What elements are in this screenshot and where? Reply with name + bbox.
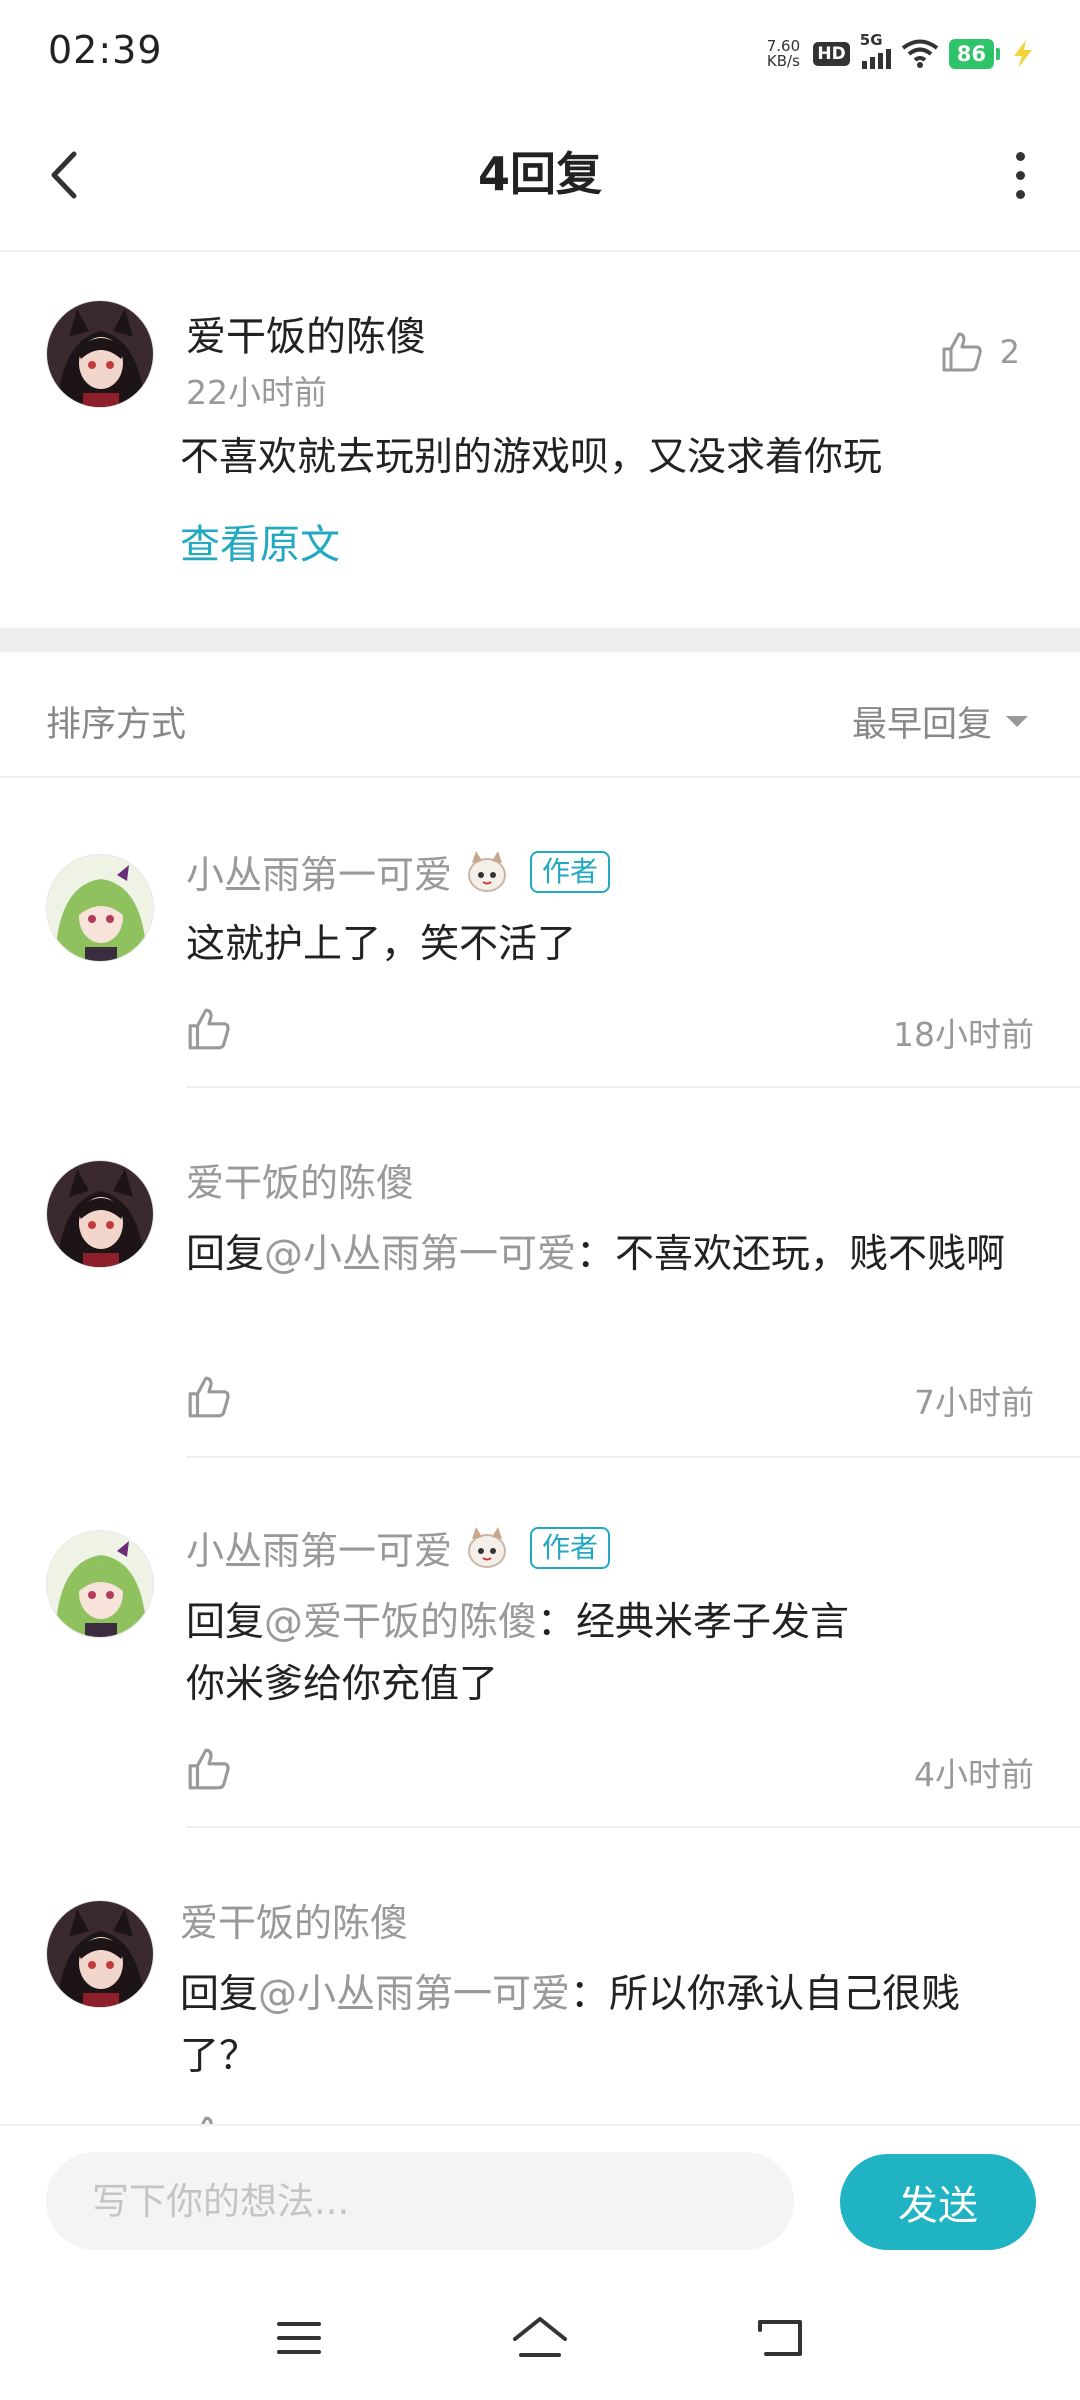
back-nav-icon[interactable] [746,2308,816,2368]
reply-author[interactable]: 小丛雨第一可爱 作者 [186,1520,611,1575]
sort-dropdown[interactable]: 最早回复 [852,696,1028,747]
home-icon[interactable] [505,2308,575,2368]
thumbs-up-icon[interactable] [186,1746,232,1792]
thumbs-up-icon[interactable] [186,1006,232,1052]
comment-input[interactable] [46,2152,794,2250]
reply-text: 这就护上了，笑不活了 [186,922,577,967]
status-bar: 02:39 7.60 KB/s HD 5G 86 [0,0,1080,100]
reply-text: 回复@小丛雨第一可爱：不喜欢还玩，贱不贱啊 [186,1232,1006,1277]
send-button[interactable]: 发送 [840,2154,1036,2250]
reply-item: 爱干饭的陈傻 回复@小丛雨第一可爱：不喜欢还玩，贱不贱啊 7小时前 [0,1088,1080,1458]
author-badge: 作者 [530,1526,611,1569]
section-divider [0,628,1080,652]
reply-author[interactable]: 小丛雨第一可爱 作者 [186,844,611,899]
status-time: 02:39 [48,28,163,72]
system-nav-bar [0,2276,1080,2400]
reply-text: 回复@小丛雨第一可爱：所以你承认自己很贱了？ [180,1972,961,2079]
reply-item: 爱干饭的陈傻 回复@小丛雨第一可爱：所以你承认自己很贱了？ [0,1828,1080,2124]
reply-text: 回复@爱干饭的陈傻：经典米孝子发言 你米爹给你充值了 [186,1600,850,1707]
signal-icon: 5G [860,31,891,69]
comment-time: 22小时前 [186,373,327,412]
avatar[interactable] [46,854,154,962]
reply-author[interactable]: 爱干饭的陈傻 [186,1152,414,1207]
caret-down-icon [1006,716,1028,727]
reply-item: 小丛雨第一可爱 作者 这就护上了，笑不活了 18小时前 [0,778,1080,1088]
mention-link[interactable]: @小丛雨第一可爱 [258,1972,570,2017]
reply-item: 小丛雨第一可爱 作者 回复@爱干饭的陈傻：经典米孝子发言 你米爹给你充值了 4小… [0,1458,1080,1828]
charging-icon [1014,40,1032,68]
comment-author[interactable]: 爱干饭的陈傻 [186,304,426,362]
header: 4回复 [0,100,1080,252]
avatar[interactable] [46,1530,154,1638]
net-speed: 7.60 KB/s [766,37,801,70]
comment-text: 不喜欢就去玩别的游戏呗，又没求着你玩 [180,435,883,480]
sort-selected: 最早回复 [851,705,992,745]
avatar[interactable] [46,1900,154,2008]
menu-icon[interactable] [264,2308,334,2368]
like-button[interactable]: 2 [940,330,1020,374]
reply-time: 7小时前 [914,1383,1034,1422]
view-original-link[interactable]: 查看原文 [180,512,340,570]
mascot-badge-icon [468,850,507,892]
more-options-icon[interactable] [990,140,1050,210]
reply-author[interactable]: 爱干饭的陈傻 [180,1892,408,1947]
author-badge: 作者 [530,850,611,893]
thumbs-up-icon[interactable] [186,1374,232,1420]
sort-bar: 排序方式 最早回复 [0,652,1080,778]
mention-link[interactable]: @爱干饭的陈傻 [264,1600,537,1645]
comment-input-bar: 发送 [0,2124,1080,2274]
wifi-icon [901,39,938,68]
mascot-badge-icon [468,1526,507,1568]
thumbs-up-icon[interactable] [186,2114,232,2124]
original-comment: 爱干饭的陈傻 22小时前 2 不喜欢就去玩别的游戏呗，又没求着你玩 查看原文 [0,254,1080,628]
avatar[interactable] [46,1160,154,1268]
thumbs-up-icon [942,332,982,372]
like-count: 2 [999,333,1020,371]
sort-label: 排序方式 [46,705,187,745]
reply-time: 18小时前 [893,1015,1034,1054]
battery-icon: 86 [948,39,1000,69]
mention-link[interactable]: @小丛雨第一可爱 [264,1232,576,1277]
avatar[interactable] [46,300,154,408]
reply-time: 4小时前 [914,1755,1034,1794]
hd-icon: HD [813,42,850,66]
status-icons: 7.60 KB/s HD 5G 86 [763,31,1036,74]
page-title: 4回复 [477,147,602,201]
